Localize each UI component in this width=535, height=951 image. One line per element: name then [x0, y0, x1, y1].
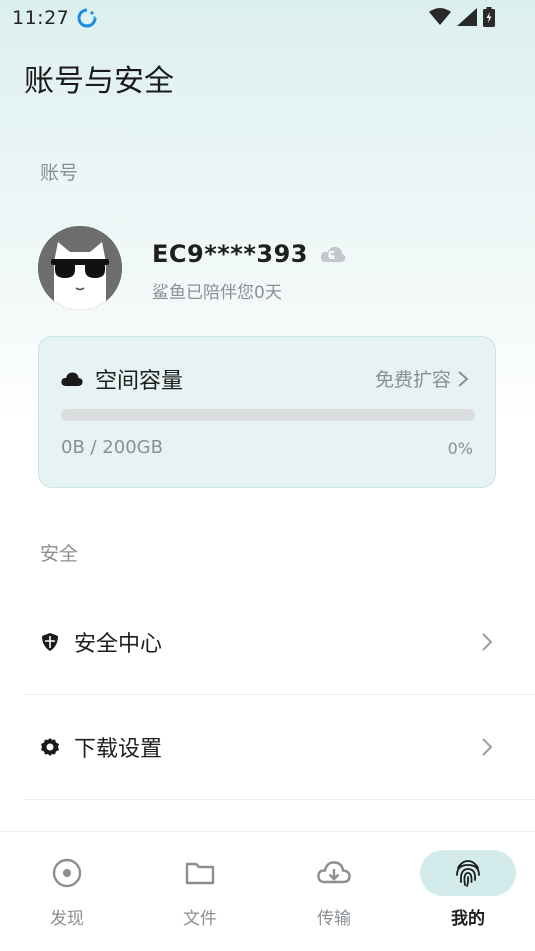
username-row: EC9****393 [152, 240, 346, 268]
vip-cloud-icon[interactable] [320, 244, 346, 264]
tab-transfer[interactable]: 传输 [286, 844, 382, 936]
username: EC9****393 [152, 240, 309, 268]
bottom-tab-bar: 发现 文件 传输 我的 [0, 831, 535, 951]
storage-usage-text: 0B / 200GB [61, 437, 163, 458]
avatar[interactable] [38, 226, 122, 310]
discover-icon [52, 858, 82, 888]
gear-icon [41, 738, 59, 756]
tab-icon-wrap [19, 850, 115, 896]
storage-title: 空间容量 [95, 369, 184, 394]
account-section-label: 账号 [40, 162, 79, 184]
status-bar: 11:27 [0, 0, 535, 36]
free-expand-label: 免费扩容 [374, 369, 451, 391]
cloud-icon [61, 372, 83, 386]
chevron-right-icon [458, 370, 469, 387]
tab-label: 文件 [183, 909, 217, 929]
security-section-label: 安全 [40, 543, 79, 565]
storage-card[interactable]: 空间容量 免费扩容 0B / 200GB 0% [38, 336, 496, 488]
status-icons [429, 7, 495, 27]
tab-icon-wrap [420, 850, 516, 896]
fingerprint-icon [456, 860, 480, 887]
tab-files[interactable]: 文件 [152, 844, 248, 936]
battery-icon [483, 7, 495, 27]
signal-icon [457, 8, 477, 26]
chevron-right-icon [482, 738, 493, 756]
menu-item-download-settings[interactable]: 下载设置 [24, 695, 535, 799]
tab-label: 我的 [451, 909, 485, 929]
chevron-right-icon [482, 633, 493, 651]
storage-percent-text: 0% [447, 439, 473, 458]
storage-progress-bar [61, 409, 475, 421]
shield-icon [42, 633, 58, 651]
tab-label: 传输 [317, 909, 351, 929]
user-subtitle: 鲨鱼已陪伴您0天 [152, 283, 282, 303]
tab-discover[interactable]: 发现 [19, 844, 115, 936]
menu-item-label: 安全中心 [74, 632, 163, 657]
page-title: 账号与安全 [24, 64, 174, 99]
tab-label: 发现 [50, 909, 84, 929]
divider [24, 799, 535, 800]
sync-icon [77, 8, 97, 28]
status-time: 11:27 [12, 7, 70, 29]
tab-icon-wrap [152, 850, 248, 896]
cloud-download-icon [317, 861, 351, 884]
menu-item-label: 下载设置 [74, 737, 163, 762]
wifi-icon [429, 8, 451, 25]
folder-icon [185, 862, 215, 885]
menu-item-security-center[interactable]: 安全中心 [24, 590, 535, 694]
tab-icon-wrap [286, 850, 382, 896]
tab-mine[interactable]: 我的 [420, 844, 516, 936]
free-expand-link[interactable]: 免费扩容 [375, 365, 469, 392]
cat-sunglasses-avatar-icon [38, 226, 122, 310]
